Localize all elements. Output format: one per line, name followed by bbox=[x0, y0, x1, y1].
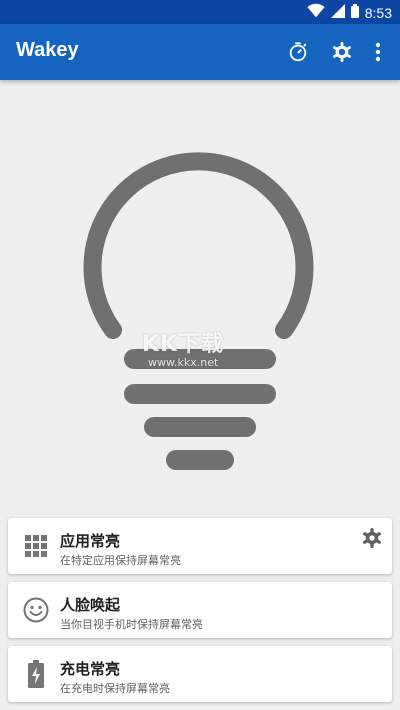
timer-button[interactable] bbox=[276, 38, 320, 66]
watermark: KK下载 www.kkx.net bbox=[142, 326, 224, 369]
app-settings-button[interactable] bbox=[360, 526, 384, 550]
face-icon bbox=[22, 596, 50, 624]
card-face-wake[interactable]: 人脸唤起 当你目视手机时保持屏幕常亮 bbox=[8, 582, 392, 638]
status-bar: 8:53 bbox=[0, 0, 400, 24]
wifi-icon bbox=[307, 3, 325, 22]
card-title: 人脸唤起 bbox=[60, 596, 121, 614]
card-title: 应用常亮 bbox=[60, 532, 121, 550]
more-vert-icon bbox=[375, 42, 381, 62]
timer-icon bbox=[289, 42, 307, 62]
watermark-sub: www.kkx.net bbox=[148, 356, 219, 369]
watermark-main: KK下载 bbox=[142, 332, 225, 357]
card-charging-keep-awake[interactable]: 充电常亮 在充电时保持屏幕常亮 bbox=[8, 646, 392, 702]
gear-icon bbox=[363, 528, 381, 548]
settings-icon bbox=[333, 41, 351, 63]
app-bar: Wakey bbox=[0, 24, 400, 80]
more-options-button[interactable] bbox=[364, 38, 392, 66]
card-subtitle: 当你目视手机时保持屏幕常亮 bbox=[60, 618, 203, 631]
lightbulb-icon[interactable] bbox=[0, 80, 400, 510]
battery-icon bbox=[350, 3, 359, 22]
card-subtitle: 在特定应用保持屏幕常亮 bbox=[60, 554, 181, 567]
settings-button[interactable] bbox=[320, 38, 364, 66]
status-icons: 8:53 bbox=[307, 3, 392, 22]
card-title: 充电常亮 bbox=[60, 660, 121, 678]
battery-charging-icon bbox=[22, 660, 50, 688]
app-title: Wakey bbox=[16, 39, 79, 61]
card-app-keep-awake[interactable]: 应用常亮 在特定应用保持屏幕常亮 bbox=[8, 518, 392, 574]
status-time: 8:53 bbox=[364, 4, 392, 21]
app-bar-actions bbox=[276, 38, 392, 66]
cellular-signal-icon bbox=[330, 3, 345, 22]
apps-grid-icon bbox=[22, 532, 50, 560]
card-subtitle: 在充电时保持屏幕常亮 bbox=[60, 682, 170, 695]
